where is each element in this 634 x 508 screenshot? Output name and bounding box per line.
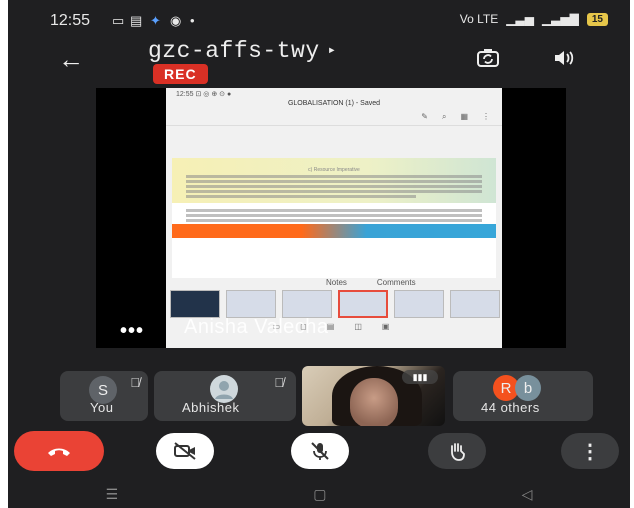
doc-banner [172,224,496,238]
slide-thumb [226,290,276,318]
avatar: b [515,375,541,401]
back-nav-icon[interactable]: ◁ [522,486,533,503]
doc-status-bar: 12:55 ⊡ ◎ ⊕ ⊙ ● [176,91,232,98]
home-nav-icon[interactable]: ▢ [313,486,326,503]
tool-icon: ▣ [381,322,390,331]
end-call-button[interactable] [14,431,104,471]
camera-toggle-button[interactable] [156,433,214,469]
participant-tile-others[interactable]: R b 44 others [453,371,593,421]
more-vert-icon: ⋮ [580,440,600,463]
status-bar: 12:55 ▭ ▤ ✦ ◉ • Vo LTE ▁▃▅ ▁▃▅▇ 15 [8,0,630,40]
system-nav-bar: ☰ ▢ ◁ [8,480,630,508]
slide-thumb [394,290,444,318]
mic-toggle-button[interactable] [291,433,349,469]
switch-camera-button[interactable] [472,44,504,72]
doc-heading: c) Resource Imperative [308,167,360,173]
layout-icon: ▦ [460,112,468,121]
hand-icon [451,443,465,461]
volte-label: Vo LTE [459,12,499,26]
notification-icon: ▭ [112,13,125,28]
status-time: 12:55 [50,12,91,29]
doc-page: c) Resource Imperative [172,158,496,278]
slide-thumb [338,290,388,318]
chrome-icon: ◉ [170,13,182,28]
participant-label: Abhishek [182,400,240,415]
pen-icon: ✎ [421,112,428,121]
presentation-stage[interactable]: 12:55 ⊡ ◎ ⊕ ⊙ ● GLOBALISATION (1) - Save… [96,88,566,348]
speaker-button[interactable] [548,44,580,72]
mic-off-icon: 🎙̸ [130,375,140,390]
battery-icon: 15 [586,12,608,26]
more-icon: ⋮ [482,112,490,121]
switch-camera-icon [477,49,499,67]
shared-document: 12:55 ⊡ ◎ ⊕ ⊙ ● GLOBALISATION (1) - Save… [166,88,502,348]
app-icon: ✦ [150,13,161,28]
signal2-icon: ▁▃▅▇ [541,12,579,26]
face [350,378,398,426]
slide-thumb [170,290,220,318]
pip-controls-icon[interactable]: ▮▮▮ [402,370,438,384]
self-video-tile[interactable]: ▮▮▮ [302,366,445,426]
menu-nav-icon[interactable]: ☰ [106,486,119,503]
highlighted-paragraph: c) Resource Imperative [172,158,496,203]
profile-icon [215,381,233,399]
participant-tile-abhishek[interactable]: 🎙̸ Abhishek [154,371,296,421]
gallery-icon: ▤ [130,13,143,28]
comments-label: Comments [376,278,416,287]
tool-icon: ◫ [354,322,362,331]
participant-tile-you[interactable]: S 🎙̸ You [60,371,148,421]
participant-label: You [90,400,114,415]
stage-more-icon[interactable]: ••• [120,320,144,343]
doc-title: GLOBALISATION (1) - Saved [287,100,381,107]
back-arrow-icon[interactable]: ← [58,44,84,75]
more-options-button[interactable]: ⋮ [561,433,619,469]
phone-screen: 12:55 ▭ ▤ ✦ ◉ • Vo LTE ▁▃▅ ▁▃▅▇ 15 ← gzc… [8,0,630,508]
notes-label: Notes [326,278,347,287]
slide-thumb [450,290,500,318]
camera-off-icon [174,442,196,460]
search-icon: ⌕ [441,112,447,121]
meeting-code: gzc-affs-twy [148,38,320,64]
participant-label: 44 others [481,400,540,415]
mic-off-icon: 🎙̸ [274,375,284,390]
speaker-icon [555,51,574,65]
presenter-name: Anisha Valecha [184,316,329,338]
hang-up-icon [48,448,70,456]
meeting-title[interactable]: gzc-affs-twy ▸ [148,38,337,64]
dot-icon: • [190,13,195,28]
avatar [210,375,238,403]
caret-right-icon: ▸ [327,43,337,60]
slide-thumb [282,290,332,318]
doc-toolbar: ✎ ⌕ ▦ ⋮ [166,112,502,126]
recording-badge: REC [153,64,208,84]
mic-off-icon [311,442,329,460]
signal-icon: ▁▃▅ [506,12,534,26]
raise-hand-button[interactable] [428,433,486,469]
